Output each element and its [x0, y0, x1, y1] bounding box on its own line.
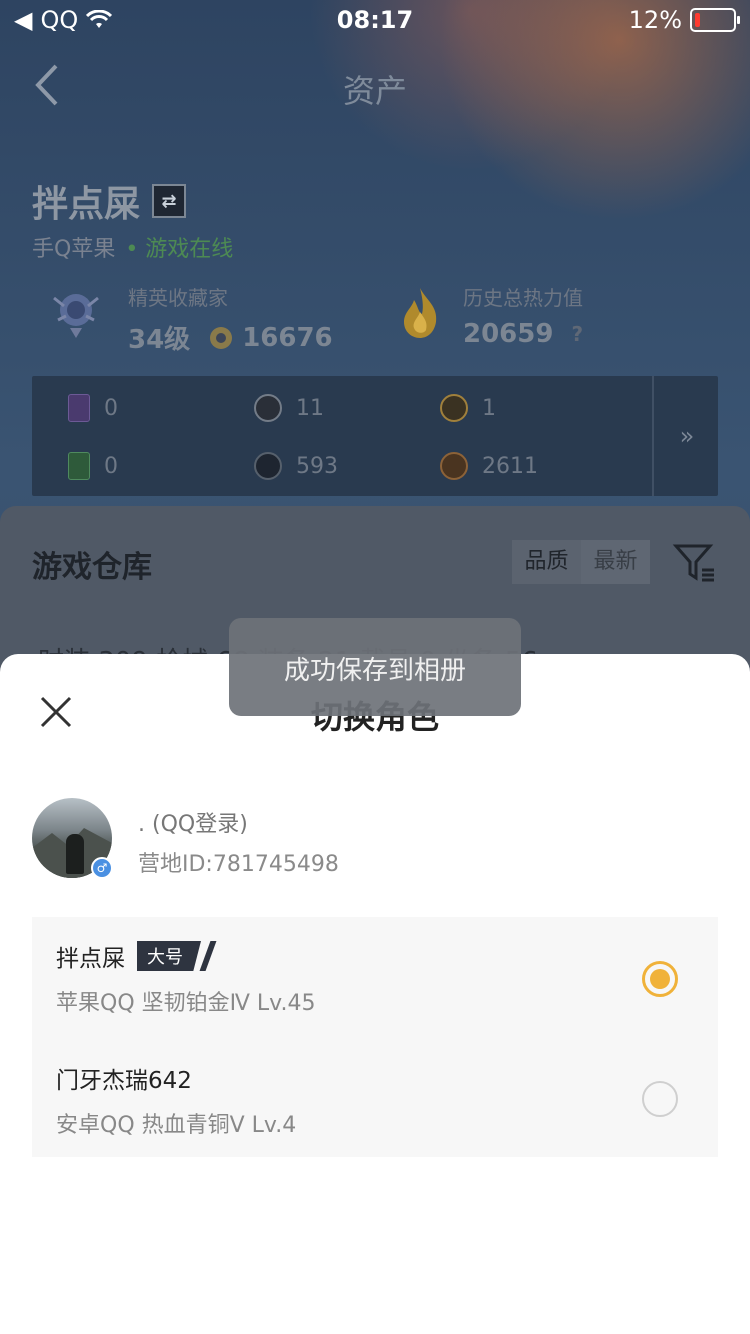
player-subtitle: 手Q苹果 • 游戏在线: [32, 231, 233, 263]
role-item-alt[interactable]: 门牙杰瑞642 安卓QQ 热血青铜Ⅴ Lv.4: [56, 1061, 696, 1139]
resource-item: 11: [254, 394, 324, 422]
heat-values: 20659 ?: [463, 319, 583, 349]
collector-level: 34级: [128, 325, 191, 355]
nav-header: 资产: [0, 44, 750, 124]
collector-points: 16676: [242, 322, 333, 353]
role-name: 拌点屎: [56, 946, 125, 972]
heat-value: 20659: [463, 319, 554, 349]
resources-panel: 0 11 1 0 593 2611 »: [32, 376, 718, 496]
toast-message: 成功保存到相册: [229, 618, 521, 716]
collector-label: 精英收藏家: [128, 286, 228, 310]
player-name: 拌点屎: [32, 184, 141, 225]
collector-values: 34级 16676: [128, 319, 333, 356]
battery-icon: [690, 8, 740, 32]
collector-emblem-icon: [53, 294, 99, 338]
resource-value: 593: [296, 453, 338, 479]
resource-item: 2611: [440, 452, 538, 480]
warehouse-title: 游戏仓库: [32, 550, 152, 585]
points-badge-icon: [210, 326, 233, 349]
role-list: 拌点屎 大号 苹果QQ 坚韧铂金Ⅳ Lv.45 门牙杰瑞642 安卓QQ 热血青…: [32, 917, 718, 1157]
role-name-row: 拌点屎 大号: [56, 939, 696, 973]
dark-gem-icon: [254, 452, 282, 480]
green-card-icon: [68, 452, 90, 480]
role-radio-unselected[interactable]: [642, 1081, 678, 1117]
filter-icon[interactable]: [672, 540, 716, 584]
resource-value: 1: [482, 395, 496, 421]
resource-value: 2611: [482, 453, 538, 479]
page-title: 资产: [342, 72, 407, 110]
player-profile: 拌点屎 ⇄ 手Q苹果 • 游戏在线: [32, 175, 233, 262]
heat-label: 历史总热力值: [463, 286, 583, 310]
switch-role-icon[interactable]: ⇄: [152, 184, 187, 218]
status-right: 12%: [628, 6, 740, 34]
male-gender-icon: ♂: [91, 857, 113, 879]
resource-value: 0: [104, 395, 118, 421]
main-account-badge: 大号: [137, 941, 201, 971]
role-details: 苹果QQ 坚韧铂金Ⅳ Lv.45: [56, 991, 316, 1016]
resource-item: 1: [440, 394, 496, 422]
collector-stat: 精英收藏家 34级 16676: [128, 282, 333, 356]
resource-item: 593: [254, 452, 338, 480]
role-name: 门牙杰瑞642: [56, 1068, 192, 1094]
resource-value: 11: [296, 395, 324, 421]
heat-help-icon[interactable]: ?: [571, 322, 583, 346]
resource-value: 0: [104, 453, 118, 479]
player-name-row: 拌点屎 ⇄: [32, 175, 187, 227]
silver-coin-icon: [254, 394, 282, 422]
sort-newest-button[interactable]: 最新: [581, 540, 650, 584]
status-bar: ◀ QQ 08:17 12%: [0, 0, 750, 44]
resources-more-button[interactable]: »: [652, 376, 720, 496]
resource-item: 0: [68, 452, 118, 480]
gold-coin-icon: [440, 394, 468, 422]
online-status: • 游戏在线: [125, 237, 234, 262]
role-item-main[interactable]: 拌点屎 大号 苹果QQ 坚韧铂金Ⅳ Lv.45: [56, 939, 696, 1017]
account-name: . (QQ登录): [138, 812, 248, 837]
sort-quality-button[interactable]: 品质: [512, 540, 581, 584]
toast-text: 成功保存到相册: [283, 656, 466, 686]
role-radio-selected[interactable]: [642, 961, 678, 997]
purple-card-icon: [68, 394, 90, 422]
resource-item: 0: [68, 394, 118, 422]
switch-role-sheet: 切换角色 ♂ . (QQ登录) 营地ID:781745498 拌点屎 大号 苹果…: [0, 654, 750, 1334]
role-name-row: 门牙杰瑞642: [56, 1061, 696, 1095]
collector-points-wrap: 16676: [208, 322, 333, 353]
bronze-coin-icon: [440, 452, 468, 480]
heat-stat: 历史总热力值 20659 ?: [463, 282, 583, 349]
sort-toggle: 品质 最新: [512, 540, 650, 584]
camp-id: 营地ID:781745498: [138, 852, 339, 877]
badge-stripe: [199, 941, 217, 971]
heat-flame-icon: [404, 288, 437, 338]
player-platform: 手Q苹果: [32, 237, 116, 262]
role-details: 安卓QQ 热血青铜Ⅴ Lv.4: [56, 1113, 297, 1138]
battery-percent: 12%: [628, 6, 682, 34]
